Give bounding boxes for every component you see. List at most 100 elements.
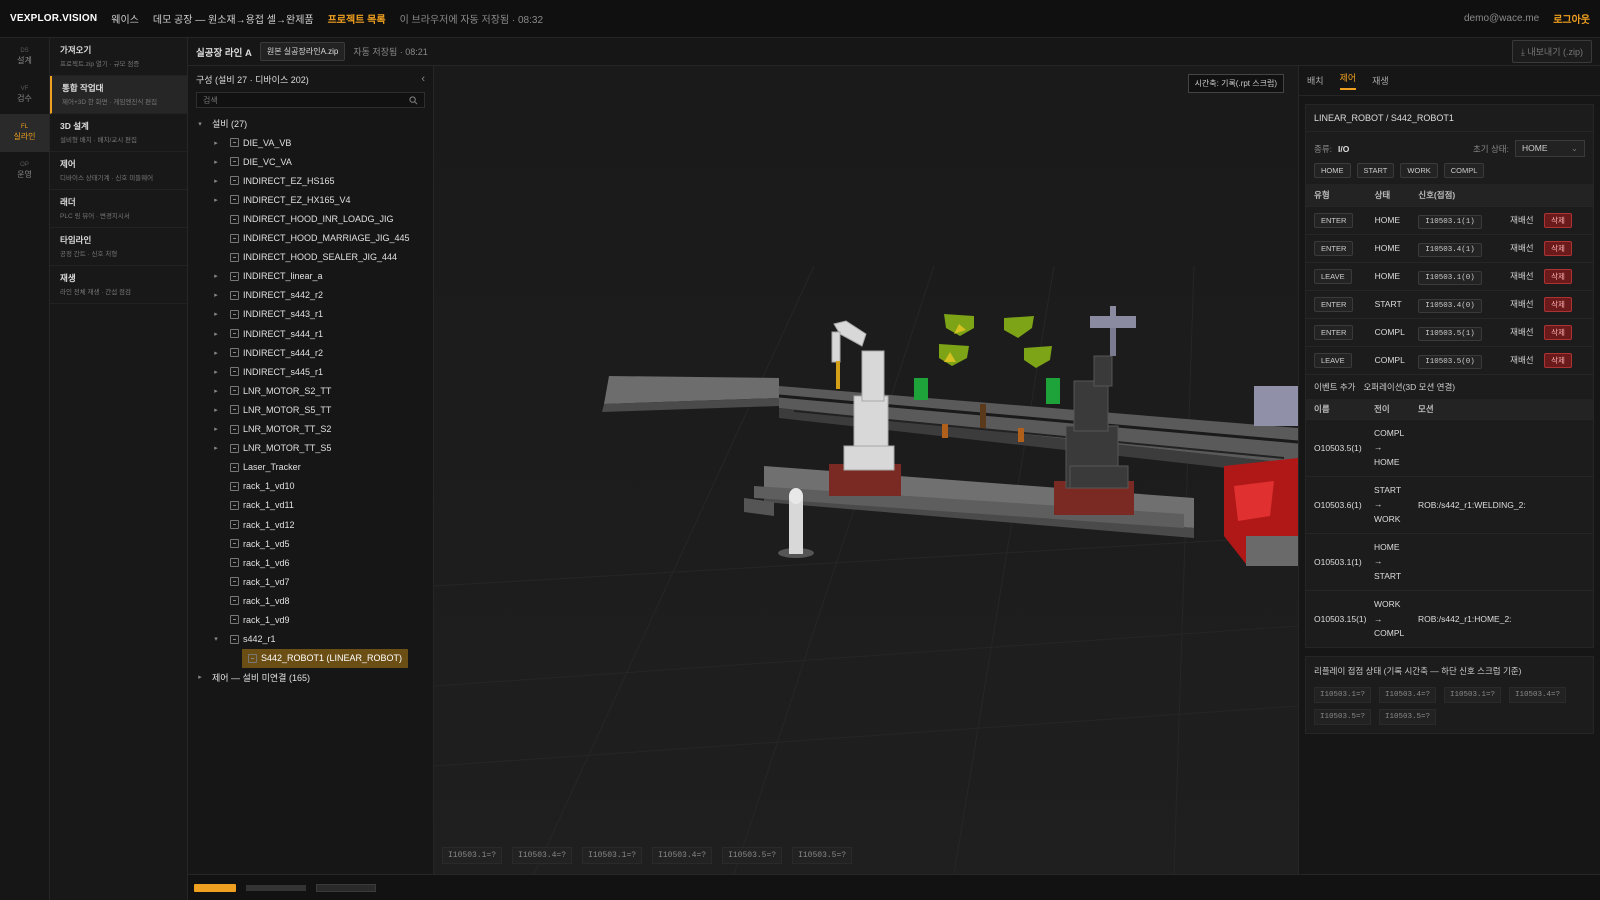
rebind-link[interactable]: 재배선 bbox=[1510, 262, 1544, 290]
delete-button[interactable]: 삭제 bbox=[1544, 352, 1572, 368]
collapse-panel-button[interactable]: ‹ bbox=[421, 73, 425, 85]
3d-scene[interactable] bbox=[434, 66, 1298, 874]
rail-item-fieldline[interactable]: FL 실라인 bbox=[0, 114, 49, 152]
chevron-right-icon[interactable]: ▸ bbox=[210, 310, 222, 318]
tree-item[interactable]: ▸ INDIRECT_linear_a bbox=[188, 267, 433, 286]
speed-select[interactable] bbox=[316, 883, 376, 892]
delete-button[interactable]: 삭제 bbox=[1544, 296, 1572, 312]
chevron-right-icon[interactable]: ▸ bbox=[210, 406, 222, 414]
tree-item[interactable]: ▸ INDIRECT_s445_r1 bbox=[188, 362, 433, 381]
tree-item[interactable]: ▸ LNR_MOTOR_TT_S5 bbox=[188, 439, 433, 458]
motion-binding[interactable] bbox=[1418, 533, 1593, 590]
tree-item[interactable]: ▸ INDIRECT_s444_r2 bbox=[188, 343, 433, 362]
menu-item-3d-design[interactable]: 3D 설계 설비형 배치 · 배치/교시 편집 bbox=[50, 114, 187, 152]
add-event-link[interactable]: 이벤트 추가 bbox=[1314, 381, 1355, 393]
tree-item[interactable]: ▸ INDIRECT_s443_r1 bbox=[188, 305, 433, 324]
tree-item[interactable]: ▸ INDIRECT_EZ_HS165 bbox=[188, 171, 433, 190]
rebind-link[interactable]: 재배선 bbox=[1510, 206, 1544, 234]
tree-item[interactable]: ▸ LNR_MOTOR_S2_TT bbox=[188, 381, 433, 400]
source-file-chip[interactable]: 원본 실공장라인A.zip bbox=[259, 42, 346, 61]
motion-binding[interactable]: ROB:/s442_r1:WELDING_2: bbox=[1418, 476, 1593, 533]
chevron-right-icon[interactable]: ▸ bbox=[210, 368, 222, 376]
chevron-right-icon[interactable]: ▸ bbox=[210, 291, 222, 299]
menu-item-import[interactable]: 가져오기 프로젝트.zip 열기 · 규모 점증 bbox=[50, 38, 187, 76]
rebind-link[interactable]: 재배선 bbox=[1510, 346, 1544, 374]
signal-contact[interactable]: I10503.1(0) bbox=[1418, 270, 1482, 285]
tree-item[interactable]: rack_1_vd11 bbox=[188, 496, 433, 515]
state-start-button[interactable]: START bbox=[1356, 163, 1395, 178]
tree-item[interactable]: rack_1_vd6 bbox=[188, 553, 433, 572]
tree-item[interactable]: rack_1_vd7 bbox=[188, 572, 433, 591]
export-button[interactable]: ⤓ 내보내기 (.zip) bbox=[1511, 40, 1592, 63]
tree-item[interactable]: ▸ INDIRECT_s444_r1 bbox=[188, 324, 433, 343]
tree-item[interactable]: rack_1_vd5 bbox=[188, 534, 433, 553]
chevron-right-icon[interactable]: ▸ bbox=[210, 196, 222, 204]
rail-item-inspect[interactable]: VF 검수 bbox=[0, 76, 49, 114]
signal-contact[interactable]: I10503.4(1) bbox=[1418, 242, 1482, 257]
operation-row[interactable]: O10503.1(1) HOME → START bbox=[1306, 533, 1593, 590]
signal-contact[interactable]: I10503.4(0) bbox=[1418, 298, 1482, 313]
delete-button[interactable]: 삭제 bbox=[1544, 212, 1572, 228]
operation-row[interactable]: O10503.5(1) COMPL → HOME bbox=[1306, 419, 1593, 476]
logout-link[interactable]: 로그아웃 bbox=[1553, 11, 1590, 26]
menu-item-timeline[interactable]: 타임라인 공정 간트 · 신호 처형 bbox=[50, 228, 187, 266]
timeline-mode-badge[interactable]: 시간축: 기록(.rpt 스크럽) bbox=[1187, 74, 1284, 93]
search-icon[interactable] bbox=[409, 95, 418, 105]
rebind-link[interactable]: 재배선 bbox=[1510, 318, 1544, 346]
state-compl-button[interactable]: COMPL bbox=[1443, 163, 1485, 178]
tree-item[interactable]: rack_1_vd9 bbox=[188, 610, 433, 629]
chevron-right-icon[interactable]: ▸ bbox=[210, 349, 222, 357]
delete-button[interactable]: 삭제 bbox=[1544, 268, 1572, 284]
state-home-button[interactable]: HOME bbox=[1314, 163, 1351, 178]
chevron-right-icon[interactable]: ▸ bbox=[210, 177, 222, 185]
tree-search-input[interactable] bbox=[203, 95, 403, 105]
play-control[interactable] bbox=[194, 883, 236, 892]
delete-button[interactable]: 삭제 bbox=[1544, 240, 1572, 256]
chevron-right-icon[interactable]: ▸ bbox=[210, 425, 222, 433]
motion-binding[interactable]: ROB:/s442_r1:HOME_2: bbox=[1418, 590, 1593, 647]
chevron-right-icon[interactable]: ▸ bbox=[194, 673, 206, 681]
tab-control[interactable]: 제어 bbox=[1339, 71, 1357, 90]
3d-viewport[interactable]: 시간축: 기록(.rpt 스크럽) I10503.1=? I10503.4=? … bbox=[434, 66, 1298, 874]
chevron-right-icon[interactable]: ▸ bbox=[210, 387, 222, 395]
tree-item[interactable]: INDIRECT_HOOD_MARRIAGE_JIG_445 bbox=[188, 229, 433, 248]
delete-button[interactable]: 삭제 bbox=[1544, 324, 1572, 340]
menu-item-control[interactable]: 제어 디바이스 상태기계 · 신호 미들웨어 bbox=[50, 152, 187, 190]
chevron-right-icon[interactable]: ▸ bbox=[210, 139, 222, 147]
tree-group-control-unlinked[interactable]: ▸ 제어 — 설비 미연결 (165) bbox=[188, 668, 433, 687]
chevron-right-icon[interactable]: ▸ bbox=[210, 272, 222, 280]
tab-replay[interactable]: 재생 bbox=[1372, 74, 1389, 87]
tree-item[interactable]: ▸ INDIRECT_s442_r2 bbox=[188, 286, 433, 305]
rail-item-design[interactable]: DS 설계 bbox=[0, 38, 49, 76]
rebind-link[interactable]: 재배선 bbox=[1510, 290, 1544, 318]
signal-contact[interactable]: I10503.5(0) bbox=[1418, 354, 1482, 369]
operation-row[interactable]: O10503.6(1) START → WORK ROB:/s442_r1:WELDIN… bbox=[1306, 476, 1593, 533]
chevron-down-icon[interactable]: ▾ bbox=[194, 120, 206, 128]
menu-item-workbench[interactable]: 통합 작업대 제어+3D 한 화면 · 게임엔진식 편집 bbox=[50, 76, 187, 114]
signal-contact[interactable]: I10503.5(1) bbox=[1418, 326, 1482, 341]
chevron-right-icon[interactable]: ▸ bbox=[210, 444, 222, 452]
tree-item[interactable]: ▸ LNR_MOTOR_S5_TT bbox=[188, 400, 433, 419]
menu-item-replay[interactable]: 재생 라인 전체 재생 · 간섭 점검 bbox=[50, 266, 187, 304]
state-work-button[interactable]: WORK bbox=[1400, 163, 1438, 178]
tree-item[interactable]: rack_1_vd8 bbox=[188, 591, 433, 610]
motion-binding[interactable] bbox=[1418, 419, 1593, 476]
tree-item[interactable]: ▾ s442_r1 bbox=[188, 630, 433, 649]
tree-item[interactable]: ▸ INDIRECT_EZ_HX165_V4 bbox=[188, 190, 433, 209]
chevron-right-icon[interactable]: ▸ bbox=[210, 330, 222, 338]
chevron-down-icon[interactable]: ▾ bbox=[210, 635, 222, 643]
rebind-link[interactable]: 재배선 bbox=[1510, 234, 1544, 262]
operation-row[interactable]: O10503.15(1) WORK → COMPL ROB:/s442_r1:HOME_… bbox=[1306, 590, 1593, 647]
menu-item-ladder[interactable]: 래더 PLC 링 뷰어 · 변경지시서 bbox=[50, 190, 187, 228]
timeline-track[interactable] bbox=[246, 884, 306, 891]
tree-item[interactable]: ▸ DIE_VC_VA bbox=[188, 152, 433, 171]
tree-item[interactable]: Laser_Tracker bbox=[188, 458, 433, 477]
tree-item[interactable]: ▸ DIE_VA_VB bbox=[188, 133, 433, 152]
init-state-select[interactable]: HOME ⌄ bbox=[1515, 140, 1585, 157]
tab-layout[interactable]: 배치 bbox=[1307, 74, 1324, 87]
tree-item[interactable]: rack_1_vd12 bbox=[188, 515, 433, 534]
tree-group-equipment[interactable]: ▾ 설비 (27) bbox=[188, 114, 433, 133]
signal-contact[interactable]: I10503.1(1) bbox=[1418, 214, 1482, 229]
brand-logo[interactable]: VEXPLOR.VISION bbox=[10, 13, 97, 24]
project-list-link[interactable]: 프로젝트 목록 bbox=[328, 11, 386, 26]
